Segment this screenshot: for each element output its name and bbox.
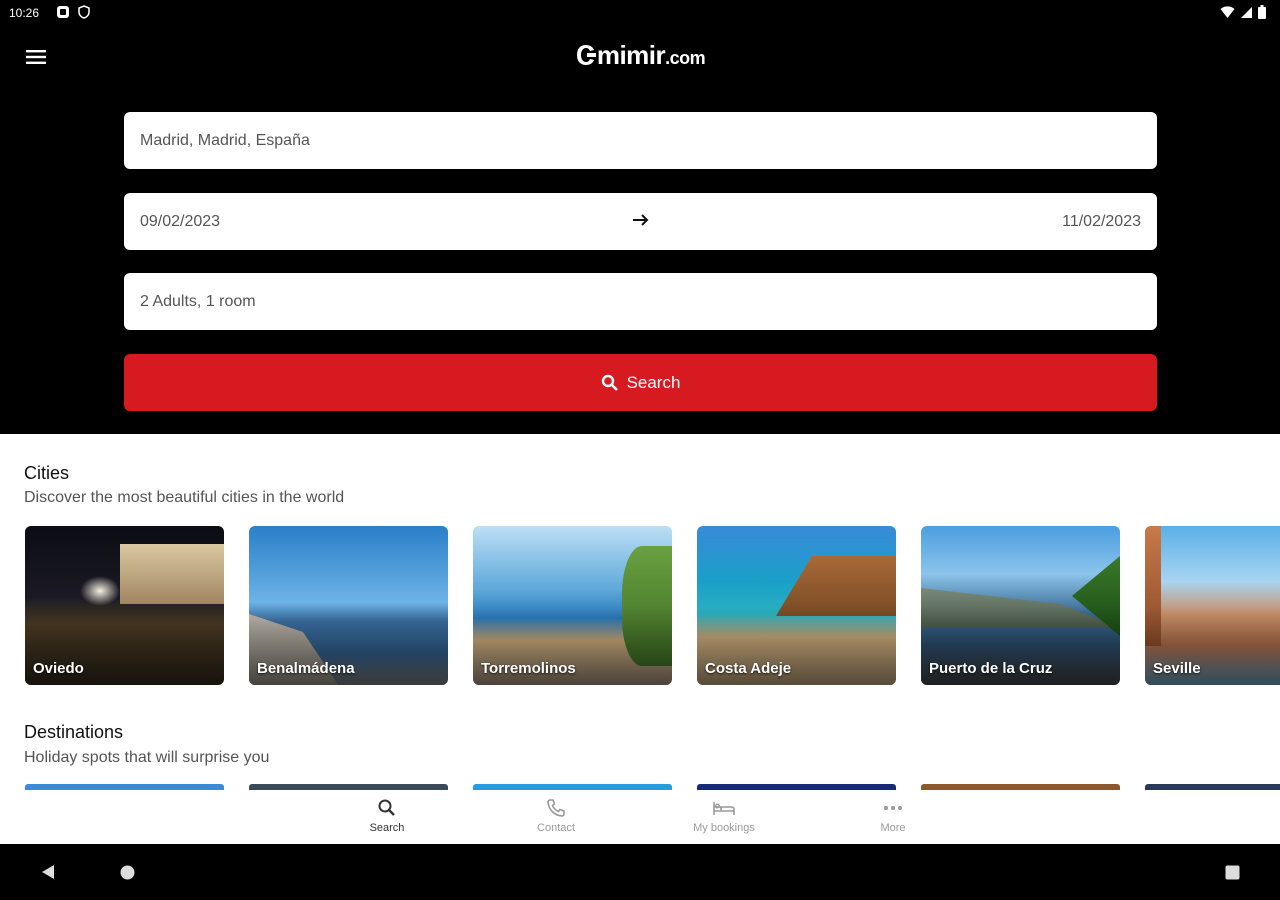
city-card[interactable]: Benalmádena	[249, 526, 448, 685]
nav-bookings-label: My bookings	[693, 822, 755, 834]
bottom-navigation: Search Contact My bookings More	[0, 790, 1280, 844]
nav-contact-label: Contact	[537, 822, 575, 834]
logo-mark-icon	[576, 45, 596, 65]
city-card[interactable]: Puerto de la Cruz	[921, 526, 1120, 685]
search-icon	[378, 799, 395, 816]
cities-subtitle: Discover the most beautiful cities in th…	[24, 489, 345, 506]
nav-search-label: Search	[369, 822, 405, 834]
cities-title: Cities	[24, 463, 70, 483]
signal-icon	[1240, 6, 1253, 22]
city-card[interactable]: Oviedo	[25, 526, 224, 685]
status-time: 10:26	[9, 6, 40, 20]
nav-more-label: More	[880, 822, 906, 834]
notification-shield-icon	[78, 5, 90, 22]
guests-field[interactable]: 2 Adults, 1 room	[124, 273, 1157, 330]
guests-value: 2 Adults, 1 room	[140, 292, 256, 310]
city-card-label: Torremolinos	[481, 660, 576, 677]
city-card-label: Puerto de la Cruz	[929, 660, 1053, 677]
nav-more[interactable]: More	[833, 798, 953, 834]
city-card-label: Oviedo	[33, 660, 84, 677]
back-icon[interactable]	[40, 864, 56, 885]
logo-text: mimir	[596, 40, 666, 70]
city-card[interactable]: Costa Adeje	[697, 526, 896, 685]
notification-app-icon	[56, 5, 70, 22]
search-icon	[601, 374, 618, 391]
search-header: mimir.com Madrid, Madrid, España 09/02/2…	[0, 28, 1280, 434]
phone-icon	[547, 799, 565, 817]
home-icon[interactable]	[120, 865, 135, 885]
status-bar: 10:26	[0, 0, 1280, 28]
logo-domain: .com	[665, 48, 706, 68]
city-photo-fountain	[80, 576, 120, 606]
dates-field[interactable]: 09/02/2023 11/02/2023	[124, 193, 1157, 250]
bed-icon	[713, 802, 735, 815]
city-photo-building	[120, 544, 224, 604]
city-card-label: Seville	[1153, 660, 1201, 677]
search-button-label: Search	[626, 372, 681, 392]
checkin-date: 09/02/2023	[140, 212, 221, 230]
arrow-right-icon	[632, 210, 650, 233]
checkout-date: 11/02/2023	[1062, 212, 1141, 230]
search-button[interactable]: Search	[124, 354, 1157, 411]
destinations-title: Destinations	[24, 722, 124, 742]
city-card[interactable]: Torremolinos	[473, 526, 672, 685]
city-card-label: Costa Adeje	[705, 660, 792, 677]
destinations-subtitle: Holiday spots that will surprise you	[24, 749, 270, 766]
destination-field[interactable]: Madrid, Madrid, España	[124, 112, 1157, 169]
destination-value: Madrid, Madrid, España	[140, 131, 310, 149]
nav-search[interactable]: Search	[327, 798, 447, 834]
recents-icon[interactable]	[1225, 865, 1240, 885]
battery-icon	[1258, 5, 1266, 22]
wifi-icon	[1220, 5, 1235, 22]
app-logo: mimir.com	[0, 40, 1280, 71]
city-card[interactable]: Seville	[1145, 526, 1280, 685]
cities-carousel[interactable]: Oviedo Benalmádena Torremolinos Costa Ad…	[0, 526, 1280, 686]
system-navigation-bar	[0, 844, 1280, 900]
nav-contact[interactable]: Contact	[496, 798, 616, 834]
more-dots-icon	[884, 806, 902, 810]
city-card-label: Benalmádena	[257, 660, 355, 677]
nav-bookings[interactable]: My bookings	[664, 798, 784, 834]
